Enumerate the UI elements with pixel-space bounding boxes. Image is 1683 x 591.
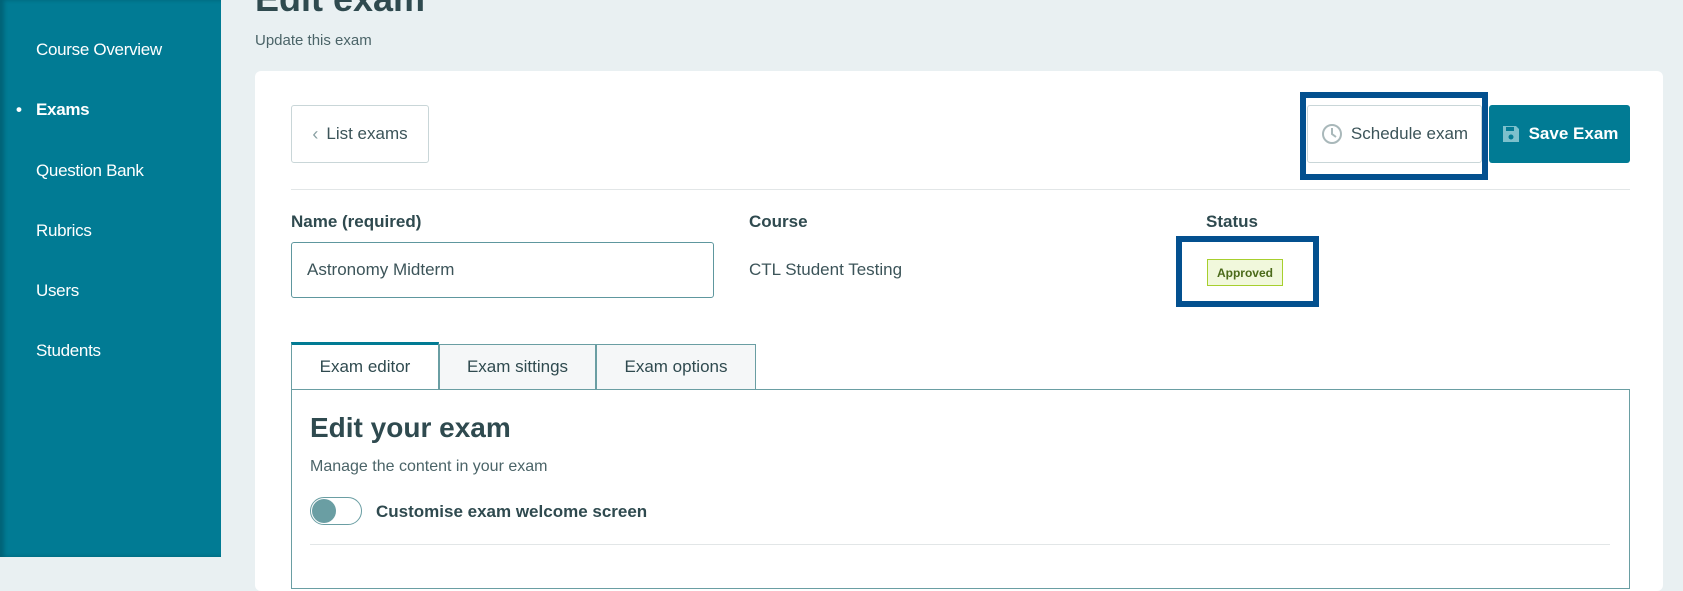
sidebar-item-question-bank[interactable]: Question Bank [36,161,144,181]
sidebar-item-course-overview[interactable]: Course Overview [36,40,162,60]
page-subtitle: Update this exam [255,32,372,49]
tab-exam-sittings[interactable]: Exam sittings [439,344,596,390]
chevron-left-icon: ‹ [312,123,319,144]
course-value: CTL Student Testing [749,260,903,279]
floppy-disk-icon [1502,126,1519,142]
sidebar: Course Overview Exams Question Bank Rubr… [0,0,221,557]
welcome-screen-toggle[interactable] [310,497,362,525]
divider [291,189,1630,190]
list-exams-button[interactable]: ‹ List exams [291,105,429,163]
editor-description: Manage the content in your exam [310,458,548,475]
page-title: Edit exam [255,0,425,20]
sidebar-item-rubrics[interactable]: Rubrics [36,221,92,241]
course-label: Course [749,212,808,231]
schedule-exam-button[interactable]: Schedule exam [1307,105,1482,163]
clock-icon [1321,124,1342,144]
name-label: Name (required) [291,212,422,231]
welcome-screen-toggle-label: Customise exam welcome screen [376,502,648,521]
name-input[interactable] [291,242,714,298]
status-badge: Approved [1207,259,1283,286]
tab-exam-options[interactable]: Exam options [596,344,756,390]
save-exam-button[interactable]: Save Exam [1489,105,1630,163]
sidebar-item-students[interactable]: Students [36,341,101,361]
status-label: Status [1206,212,1258,231]
sidebar-item-users[interactable]: Users [36,281,79,301]
editor-heading: Edit your exam [310,412,511,443]
sidebar-item-exams[interactable]: Exams [16,100,90,120]
divider [310,544,1610,545]
tab-exam-editor[interactable]: Exam editor [291,342,439,389]
